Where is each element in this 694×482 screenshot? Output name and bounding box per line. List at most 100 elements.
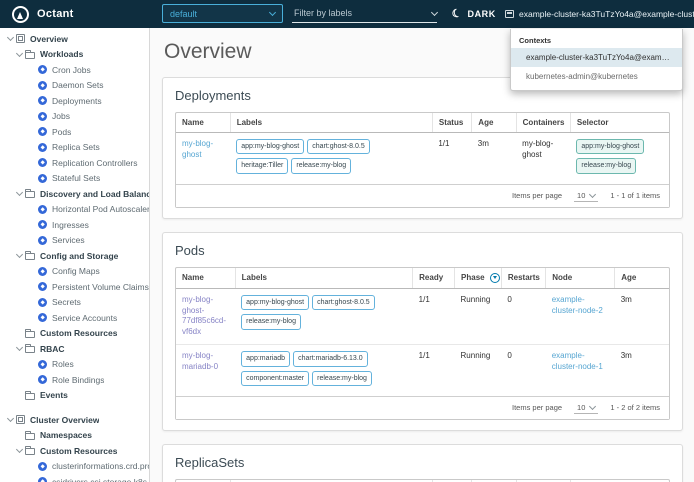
card-pods: Pods Name Labels Ready Phase Restarts Node Age m…	[162, 231, 683, 431]
sidebar-item-ingresses[interactable]: Ingresses	[0, 217, 149, 233]
cell-labels: app:my-blog-ghost chart:ghost-8.0.5 herita…	[230, 133, 432, 184]
folder-icon	[25, 430, 35, 440]
sidebar-item-rbac[interactable]: RBAC	[0, 341, 149, 357]
theme-toggle-button[interactable]: ☾ DARK	[450, 0, 496, 28]
cell-node: example-cluster-node-2	[545, 288, 615, 346]
kubernetes-resource-icon	[38, 266, 47, 276]
table-row: my-blog-ghost app:my-blog-ghost chart:ghos…	[176, 133, 669, 184]
context-selector-label: example-cluster-ka3TuTzYo4a@example-clus…	[519, 9, 694, 19]
sidebar-item-config-and-storage[interactable]: Config and Storage	[0, 248, 149, 264]
sidebar-item-workloads[interactable]: Workloads	[0, 47, 149, 63]
label-badge[interactable]: chart:ghost-8.0.5	[312, 294, 375, 311]
sidebar-item-jobs[interactable]: Jobs	[0, 109, 149, 125]
sidebar-item-csidrivers-csi-storage-k8s-io[interactable]: csidrivers.csi.storage.k8s.io	[0, 474, 149, 482]
sidebar-item-secrets[interactable]: Secrets	[0, 295, 149, 311]
sidebar-item-label: Custom Resources	[40, 445, 118, 456]
sidebar-item-label: Horizontal Pod Autoscalers	[52, 204, 149, 215]
sidebar-item-roles[interactable]: Roles	[0, 357, 149, 373]
chevron-wrap	[4, 415, 16, 423]
table-row: my-blog-ghost-77df85c6cd-vf6dx app:my-blo…	[176, 288, 669, 346]
card-title: Pods	[175, 242, 205, 258]
label-badge[interactable]: app:mariadb	[241, 351, 291, 367]
namespace-select[interactable]: default	[162, 4, 283, 23]
sidebar-item-service-accounts[interactable]: Service Accounts	[0, 310, 149, 326]
label-filter-input[interactable]	[292, 7, 412, 19]
context-selector[interactable]: example-cluster-ka3TuTzYo4a@example-clus…	[505, 0, 694, 28]
cell-age: 3m	[477, 139, 489, 148]
label-badge[interactable]: release:my-blog	[312, 370, 372, 386]
chevron-down-icon[interactable]	[15, 49, 23, 57]
sidebar-item-label: Workloads	[40, 49, 84, 60]
data-table: Name Labels Ready Phase Restarts Node Age my-bl…	[176, 267, 669, 396]
objects-icon	[16, 415, 25, 425]
cell-ready: 1/1	[412, 288, 455, 346]
pagination-range: 1 - 1 of 1 items	[610, 191, 660, 201]
sidebar-item-cluster-overview[interactable]: Cluster Overview	[0, 412, 149, 428]
chevron-down-icon[interactable]	[15, 344, 23, 352]
label-badge[interactable]: component:master	[241, 370, 310, 386]
chevron-down-icon[interactable]	[15, 251, 23, 259]
cell-name: my-blog-mariadb-0	[176, 345, 235, 396]
label-badge[interactable]: chart:ghost-8.0.5	[307, 139, 370, 155]
folder-icon	[25, 189, 35, 199]
sidebar-item-label: csidrivers.csi.storage.k8s.io	[52, 476, 149, 482]
label-badge[interactable]: heritage:Tiller	[236, 158, 289, 174]
card-title: ReplicaSets	[175, 454, 245, 470]
sidebar-item-deployments[interactable]: Deployments	[0, 93, 149, 109]
sidebar-item-namespaces[interactable]: Namespaces	[0, 428, 149, 444]
sidebar-item-label: RBAC	[40, 343, 65, 354]
sidebar-item-clusterinformations-crd-projec[interactable]: clusterinformations.crd.projec	[0, 459, 149, 475]
sidebar-item-persistent-volume-claims[interactable]: Persistent Volume Claims	[0, 279, 149, 295]
card-deployments: Deployments Name Labels Status Age Containers…	[162, 77, 683, 219]
sidebar-item-role-bindings[interactable]: Role Bindings	[0, 372, 149, 388]
folder-icon	[25, 251, 35, 261]
resource-link[interactable]: my-blog-mariadb-0	[182, 351, 218, 371]
resource-link[interactable]: example-cluster-node-1	[552, 351, 603, 371]
cell-selector: app:my-blog-ghost release:my-blog	[570, 133, 669, 184]
sidebar-item-label: Replication Controllers	[52, 157, 138, 168]
filter-icon[interactable]	[489, 272, 500, 283]
label-badge[interactable]: release:my-blog	[576, 158, 637, 174]
page-size-select[interactable]: 10	[574, 402, 599, 414]
octant-logo-icon	[12, 5, 29, 23]
chevron-down-icon[interactable]	[15, 189, 23, 197]
label-badge[interactable]: app:my-blog-ghost	[241, 294, 310, 311]
chevron-down-icon[interactable]	[6, 415, 14, 423]
sidebar-item-custom-resources[interactable]: Custom Resources	[0, 326, 149, 342]
label-badge[interactable]: chart:mariadb-6.13.0	[293, 351, 368, 367]
sidebar-item-daemon-sets[interactable]: Daemon Sets	[0, 78, 149, 94]
page-size-select[interactable]: 10	[574, 190, 599, 202]
top-bar: Octant default ☾ DARK example-cluster-ka…	[0, 0, 694, 28]
sidebar-item-horizontal-pod-autoscalers[interactable]: Horizontal Pod Autoscalers	[0, 202, 149, 218]
sidebar-item-events[interactable]: Events	[0, 388, 149, 404]
sidebar-item-pods[interactable]: Pods	[0, 124, 149, 140]
column-header-flex: Phase	[461, 272, 500, 283]
sidebar-item-services[interactable]: Services	[0, 233, 149, 249]
kubernetes-resource-icon	[38, 235, 47, 245]
items-per-page-label: Items per page	[512, 191, 563, 201]
label-badge[interactable]: app:my-blog-ghost	[576, 139, 645, 155]
column-header-restarts: Restarts	[501, 267, 547, 289]
resource-link[interactable]: example-cluster-node-2	[552, 295, 603, 315]
context-item[interactable]: kubernetes-admin@kubernetes	[511, 67, 682, 86]
context-item[interactable]: example-cluster-ka3TuTzYo4a@example-clu.…	[511, 48, 682, 67]
sidebar-item-stateful-sets[interactable]: Stateful Sets	[0, 171, 149, 187]
label-badge[interactable]: release:my-blog	[291, 158, 352, 174]
chevron-down-icon[interactable]	[6, 34, 14, 42]
resource-link[interactable]: my-blog-ghost	[182, 139, 213, 159]
main-content: Overview Deployments Name Labels Status Age C…	[150, 28, 694, 482]
sidebar-item-replica-sets[interactable]: Replica Sets	[0, 140, 149, 156]
sidebar-item-cron-jobs[interactable]: Cron Jobs	[0, 62, 149, 78]
label-badge[interactable]: release:my-blog	[241, 314, 301, 330]
resource-link[interactable]: my-blog-ghost-77df85c6cd-vf6dx	[182, 295, 226, 336]
kubernetes-resource-icon	[38, 111, 47, 121]
sidebar-item-custom-resources[interactable]: Custom Resources	[0, 443, 149, 459]
sidebar-item-overview[interactable]: Overview	[0, 31, 149, 47]
objects-icon	[16, 34, 25, 44]
sidebar-item-replication-controllers[interactable]: Replication Controllers	[0, 155, 149, 171]
chevron-down-icon[interactable]	[15, 446, 23, 454]
sidebar-item-label: Stateful Sets	[52, 173, 101, 184]
sidebar-item-discovery-and-load-balancing[interactable]: Discovery and Load Balancing	[0, 186, 149, 202]
label-badge[interactable]: app:my-blog-ghost	[236, 139, 305, 155]
sidebar-item-config-maps[interactable]: Config Maps	[0, 264, 149, 280]
